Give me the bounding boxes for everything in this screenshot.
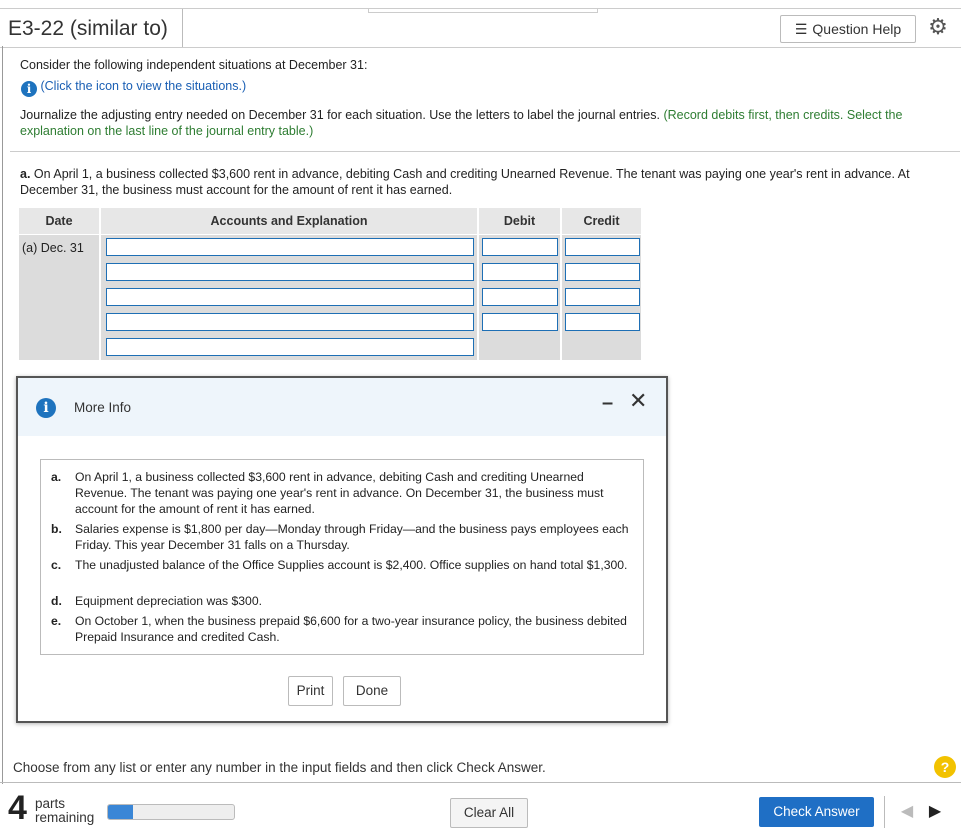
situations-box: a. On April 1, a business collected $3,6… xyxy=(40,459,644,655)
info-icon: i xyxy=(36,398,56,418)
top-tab-strip xyxy=(368,9,598,13)
situation-text: On April 1, a business collected $3,600 … xyxy=(75,470,604,516)
credit-input-1[interactable] xyxy=(565,238,640,256)
situation-item: b. Salaries expense is $1,800 per day—Mo… xyxy=(51,521,631,553)
help-icon[interactable]: ? xyxy=(934,756,956,778)
situation-letter: b. xyxy=(51,522,62,536)
dialog-title: More Info xyxy=(74,400,132,415)
entry-date-label: (a) Dec. 31 xyxy=(22,241,84,255)
debit-input-2[interactable] xyxy=(482,263,558,281)
situation-text: The unadjusted balance of the Office Sup… xyxy=(75,558,628,572)
credit-input-3[interactable] xyxy=(565,288,640,306)
list-icon: ☰ xyxy=(794,20,808,37)
account-input-4[interactable] xyxy=(106,313,474,331)
parts-remaining-count: 4 xyxy=(8,789,27,827)
part-a-text: On April 1, a business collected $3,600 … xyxy=(20,167,910,197)
close-icon[interactable]: ✕ xyxy=(629,388,647,414)
account-input-3[interactable] xyxy=(106,288,474,306)
progress-fill xyxy=(108,805,133,819)
title-divider xyxy=(182,9,183,47)
situation-item: c. The unadjusted balance of the Office … xyxy=(51,557,631,589)
print-button[interactable]: Print xyxy=(288,676,333,706)
more-info-dialog: i More Info – ✕ a. On April 1, a busines… xyxy=(16,376,668,723)
debit-input-4[interactable] xyxy=(482,313,558,331)
col-header-accounts: Accounts and Explanation xyxy=(101,208,477,235)
col-header-debit: Debit xyxy=(479,208,560,235)
credit-input-4[interactable] xyxy=(565,313,640,331)
col-divider xyxy=(477,208,479,360)
situation-item: d. Equipment depreciation was $300. xyxy=(51,593,631,609)
col-header-date: Date xyxy=(19,208,99,235)
question-help-button[interactable]: ☰ Question Help xyxy=(780,15,916,43)
instructions: Journalize the adjusting entry needed on… xyxy=(20,107,945,139)
situation-text: Salaries expense is $1,800 per day—Monda… xyxy=(75,522,629,552)
page-title: E3-22 (similar to) xyxy=(8,17,168,40)
title-bar: E3-22 (similar to) ☰ Question Help ⚙ xyxy=(0,8,961,48)
account-input-1[interactable] xyxy=(106,238,474,256)
clear-all-button[interactable]: Clear All xyxy=(450,798,528,828)
debit-input-1[interactable] xyxy=(482,238,558,256)
click-icon-text[interactable]: (Click the icon to view the situations.) xyxy=(40,79,246,93)
done-button[interactable]: Done xyxy=(343,676,401,706)
progress-bar xyxy=(107,804,235,820)
view-situations-link[interactable]: i (Click the icon to view the situations… xyxy=(21,78,246,97)
parts-word: parts xyxy=(35,796,66,811)
credit-input-2[interactable] xyxy=(565,263,640,281)
debit-input-3[interactable] xyxy=(482,288,558,306)
account-input-2[interactable] xyxy=(106,263,474,281)
check-answer-button[interactable]: Check Answer xyxy=(759,797,874,827)
footer-instruction: Choose from any list or enter any number… xyxy=(13,760,546,775)
part-a-label: a. xyxy=(20,167,31,181)
situation-letter: c. xyxy=(51,558,62,572)
left-rule xyxy=(2,46,3,784)
info-icon[interactable]: i xyxy=(21,81,37,97)
situation-item: a. On April 1, a business collected $3,6… xyxy=(51,469,631,517)
remaining-word: remaining xyxy=(35,810,95,825)
nav-divider xyxy=(884,796,885,828)
situation-text: On October 1, when the business prepaid … xyxy=(75,614,627,644)
parts-remaining-label: parts remaining xyxy=(35,797,94,825)
footer-divider xyxy=(0,782,961,783)
col-divider xyxy=(560,208,562,360)
situation-letter: e. xyxy=(51,614,62,628)
part-a-question: a. On April 1, a business collected $3,6… xyxy=(20,166,950,198)
situation-letter: d. xyxy=(51,594,62,608)
previous-arrow-icon[interactable]: ◀ xyxy=(893,796,921,828)
instructions-text: Journalize the adjusting entry needed on… xyxy=(20,108,660,122)
situation-item: e. On October 1, when the business prepa… xyxy=(51,613,631,645)
next-arrow-icon[interactable]: ▶ xyxy=(921,796,949,828)
situation-letter: a. xyxy=(51,470,62,484)
question-help-label: Question Help xyxy=(812,21,902,37)
situation-text: Equipment depreciation was $300. xyxy=(75,594,262,608)
dialog-header: i More Info – ✕ xyxy=(18,378,666,436)
consider-text: Consider the following independent situa… xyxy=(20,58,368,72)
explanation-input[interactable] xyxy=(106,338,474,356)
col-header-credit: Credit xyxy=(562,208,641,235)
col-divider xyxy=(99,208,101,360)
minimize-icon[interactable]: – xyxy=(602,392,613,415)
gear-icon[interactable]: ⚙ xyxy=(926,15,950,39)
journal-entry-table: Date Accounts and Explanation Debit Cred… xyxy=(19,208,641,360)
section-divider xyxy=(10,151,960,152)
